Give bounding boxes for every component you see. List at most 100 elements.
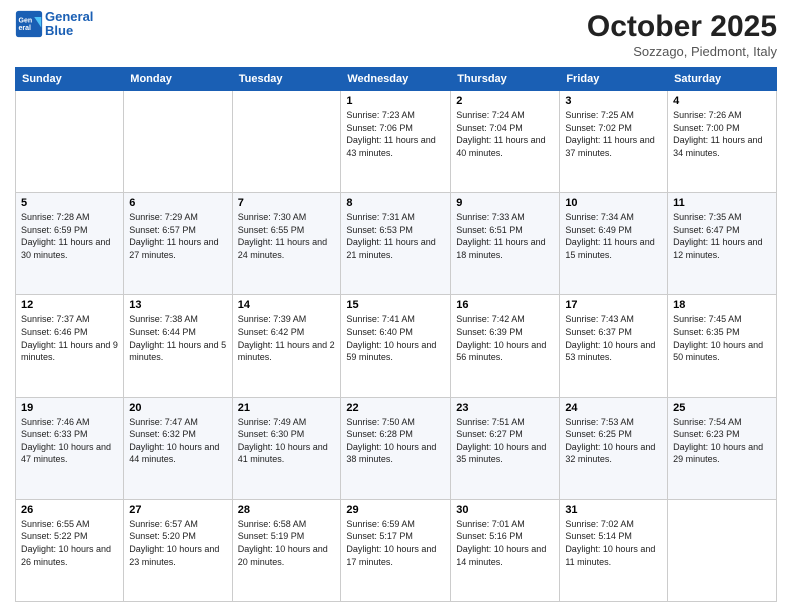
day-info: Sunrise: 7:38 AM Sunset: 6:44 PM Dayligh… [129,313,226,363]
day-number: 20 [129,402,226,414]
location: Sozzago, Piedmont, Italy [587,44,777,59]
day-info: Sunrise: 7:31 AM Sunset: 6:53 PM Dayligh… [346,211,445,261]
calendar-cell: 29Sunrise: 6:59 AM Sunset: 5:17 PM Dayli… [341,499,451,601]
day-number: 26 [21,504,118,516]
col-monday: Monday [124,68,232,91]
day-number: 7 [238,197,336,209]
day-number: 15 [346,299,445,311]
calendar-cell: 19 Sunrise: 7:46 AM Sunset: 6:33 PM Dayli… [16,397,124,499]
calendar-header-row: Sunday Monday Tuesday Wednesday Thursday… [16,68,777,91]
col-friday: Friday [560,68,668,91]
calendar-cell: 7Sunrise: 7:30 AM Sunset: 6:55 PM Daylig… [232,193,341,295]
calendar-row: 26 Sunrise: 6:55 AM Sunset: 5:22 PM Dayli… [16,499,777,601]
day-info: Sunrise: 7:37 AM Sunset: 6:46 PM Dayligh… [21,313,118,363]
day-info: Sunrise: 6:57 AM Sunset: 5:20 PM Dayligh… [129,518,226,568]
month-title: October 2025 [587,10,777,44]
day-info: Sunrise: 7:49 AM Sunset: 6:30 PM Dayligh… [238,416,336,466]
calendar-cell: 13 Sunrise: 7:38 AM Sunset: 6:44 PM Dayli… [124,295,232,397]
day-number: 13 [129,299,226,311]
calendar-cell: 9 Sunrise: 7:33 AM Sunset: 6:51 PM Daylig… [451,193,560,295]
day-info: Sunrise: 7:24 AM Sunset: 7:04 PM Dayligh… [456,109,554,159]
calendar-cell: 28Sunrise: 6:58 AM Sunset: 5:19 PM Dayli… [232,499,341,601]
day-info: Sunrise: 7:02 AM Sunset: 5:14 PM Dayligh… [565,518,662,568]
day-info: Sunrise: 7:33 AM Sunset: 6:51 PM Dayligh… [456,211,554,261]
day-info: Sunrise: 7:53 AM Sunset: 6:25 PM Dayligh… [565,416,662,466]
day-number: 14 [238,299,336,311]
calendar-cell: 21 Sunrise: 7:49 AM Sunset: 6:30 PM Dayli… [232,397,341,499]
calendar-row: 1 Sunrise: 7:23 AM Sunset: 7:06 PM Daylig… [16,91,777,193]
day-info: Sunrise: 7:50 AM Sunset: 6:28 PM Dayligh… [346,416,445,466]
calendar-cell: 26 Sunrise: 6:55 AM Sunset: 5:22 PM Dayli… [16,499,124,601]
day-number: 3 [565,95,662,107]
day-info: Sunrise: 7:01 AM Sunset: 5:16 PM Dayligh… [456,518,554,568]
day-number: 1 [346,95,445,107]
day-info: Sunrise: 7:46 AM Sunset: 6:33 PM Dayligh… [21,416,118,466]
day-info: Sunrise: 7:26 AM Sunset: 7:00 PM Dayligh… [673,109,771,159]
col-sunday: Sunday [16,68,124,91]
day-info: Sunrise: 7:54 AM Sunset: 6:23 PM Dayligh… [673,416,771,466]
day-number: 12 [21,299,118,311]
calendar-cell: 23 Sunrise: 7:51 AM Sunset: 6:27 PM Dayli… [451,397,560,499]
calendar-cell: 11 Sunrise: 7:35 AM Sunset: 6:47 PM Dayli… [668,193,777,295]
day-number: 5 [21,197,118,209]
calendar-cell: 20 Sunrise: 7:47 AM Sunset: 6:32 PM Dayli… [124,397,232,499]
logo-line1: General [45,9,93,24]
calendar-cell [124,91,232,193]
day-info: Sunrise: 7:34 AM Sunset: 6:49 PM Dayligh… [565,211,662,261]
day-info: Sunrise: 6:55 AM Sunset: 5:22 PM Dayligh… [21,518,118,568]
calendar-cell: 27 Sunrise: 6:57 AM Sunset: 5:20 PM Dayli… [124,499,232,601]
day-number: 16 [456,299,554,311]
day-number: 28 [238,504,336,516]
day-info: Sunrise: 7:23 AM Sunset: 7:06 PM Dayligh… [346,109,445,159]
day-number: 21 [238,402,336,414]
day-info: Sunrise: 7:35 AM Sunset: 6:47 PM Dayligh… [673,211,771,261]
calendar-cell [232,91,341,193]
calendar-cell: 3 Sunrise: 7:25 AM Sunset: 7:02 PM Daylig… [560,91,668,193]
calendar-cell: 12 Sunrise: 7:37 AM Sunset: 6:46 PM Dayli… [16,295,124,397]
calendar-cell: 1 Sunrise: 7:23 AM Sunset: 7:06 PM Daylig… [341,91,451,193]
day-number: 25 [673,402,771,414]
calendar-cell: 5 Sunrise: 7:28 AM Sunset: 6:59 PM Daylig… [16,193,124,295]
calendar-cell: 15 Sunrise: 7:41 AM Sunset: 6:40 PM Dayli… [341,295,451,397]
day-info: Sunrise: 7:25 AM Sunset: 7:02 PM Dayligh… [565,109,662,159]
day-info: Sunrise: 7:28 AM Sunset: 6:59 PM Dayligh… [21,211,118,261]
day-info: Sunrise: 7:29 AM Sunset: 6:57 PM Dayligh… [129,211,226,261]
calendar-row: 12 Sunrise: 7:37 AM Sunset: 6:46 PM Dayli… [16,295,777,397]
calendar-cell: 17 Sunrise: 7:43 AM Sunset: 6:37 PM Dayli… [560,295,668,397]
calendar-cell: 6 Sunrise: 7:29 AM Sunset: 6:57 PM Daylig… [124,193,232,295]
logo-icon: Gen eral [15,10,43,38]
day-number: 31 [565,504,662,516]
day-number: 23 [456,402,554,414]
day-number: 10 [565,197,662,209]
calendar-row: 5 Sunrise: 7:28 AM Sunset: 6:59 PM Daylig… [16,193,777,295]
logo-text: General Blue [45,10,93,39]
day-info: Sunrise: 7:51 AM Sunset: 6:27 PM Dayligh… [456,416,554,466]
calendar-cell: 16Sunrise: 7:42 AM Sunset: 6:39 PM Dayli… [451,295,560,397]
day-number: 19 [21,402,118,414]
day-info: Sunrise: 7:41 AM Sunset: 6:40 PM Dayligh… [346,313,445,363]
day-info: Sunrise: 7:47 AM Sunset: 6:32 PM Dayligh… [129,416,226,466]
calendar: Sunday Monday Tuesday Wednesday Thursday… [15,67,777,602]
calendar-cell: 25 Sunrise: 7:54 AM Sunset: 6:23 PM Dayli… [668,397,777,499]
col-wednesday: Wednesday [341,68,451,91]
day-number: 9 [456,197,554,209]
day-info: Sunrise: 7:43 AM Sunset: 6:37 PM Dayligh… [565,313,662,363]
day-number: 17 [565,299,662,311]
day-number: 27 [129,504,226,516]
day-number: 6 [129,197,226,209]
calendar-cell [668,499,777,601]
calendar-cell: 18Sunrise: 7:45 AM Sunset: 6:35 PM Dayli… [668,295,777,397]
calendar-cell: 30Sunrise: 7:01 AM Sunset: 5:16 PM Dayli… [451,499,560,601]
day-number: 11 [673,197,771,209]
logo: Gen eral General Blue [15,10,93,39]
logo-line2: Blue [45,23,73,38]
day-number: 4 [673,95,771,107]
day-number: 22 [346,402,445,414]
day-info: Sunrise: 7:39 AM Sunset: 6:42 PM Dayligh… [238,313,336,363]
calendar-cell: 14 Sunrise: 7:39 AM Sunset: 6:42 PM Dayli… [232,295,341,397]
calendar-cell: 8 Sunrise: 7:31 AM Sunset: 6:53 PM Daylig… [341,193,451,295]
header: Gen eral General Blue October 2025 Sozza… [15,10,777,59]
day-info: Sunrise: 6:59 AM Sunset: 5:17 PM Dayligh… [346,518,445,568]
calendar-cell [16,91,124,193]
day-number: 8 [346,197,445,209]
